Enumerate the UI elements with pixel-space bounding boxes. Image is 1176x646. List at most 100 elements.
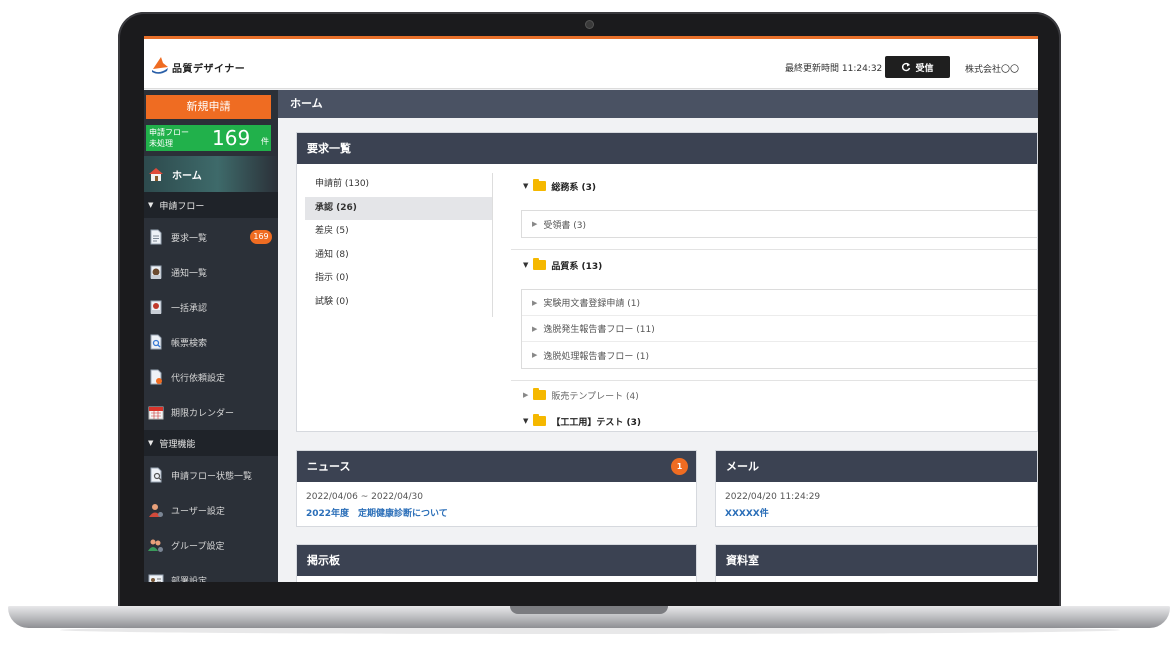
sidebar-item-deadline-calendar[interactable]: 期限カレンダー bbox=[144, 395, 278, 429]
caret-right-icon: ▶ bbox=[523, 391, 529, 399]
sidebar-item-proxy-settings[interactable]: 代行依頼設定 bbox=[144, 360, 278, 394]
section-admin[interactable]: ▼ 管理機能 bbox=[144, 430, 278, 456]
mail-panel: メール 2022/04/20 11:24:29 XXXXX件 bbox=[715, 450, 1038, 527]
requests-count-badge: 169 bbox=[250, 230, 272, 244]
folder-label: 販売テンプレート (4) bbox=[551, 391, 639, 402]
divider bbox=[511, 380, 1037, 381]
divider bbox=[511, 249, 1037, 250]
caret-down-icon: ▼ bbox=[523, 182, 529, 190]
sidebar-item-home[interactable]: ホーム bbox=[144, 156, 278, 192]
webcam bbox=[586, 21, 593, 28]
sidebar-item-label: 帳票検索 bbox=[171, 338, 208, 349]
folder-label: 【工工用】テスト (3) bbox=[551, 417, 642, 428]
sidebar-item-label: 期限カレンダー bbox=[171, 408, 235, 419]
news-count-badge: 1 bbox=[671, 458, 688, 475]
sidebar-item-user-settings[interactable]: ユーザー設定 bbox=[144, 493, 278, 527]
news-date: 2022/04/06 ~ 2022/04/30 bbox=[306, 492, 424, 502]
counter-label: 申請フロー 未処理 bbox=[149, 127, 189, 149]
app-name: 品質デザイナー bbox=[172, 64, 246, 75]
status-item-test[interactable]: 試験 (0) bbox=[305, 291, 492, 315]
sidebar-item-form-search[interactable]: 帳票検索 bbox=[144, 325, 278, 359]
news-link[interactable]: 2022年度 定期健康診断について bbox=[306, 506, 448, 519]
laptop-mockup: 品質デザイナー 最終更新時間 11:24:32 受信 株式会社〇〇 新規申請 申… bbox=[0, 0, 1176, 646]
mail-link[interactable]: XXXXX件 bbox=[725, 506, 769, 519]
caret-down-icon: ▼ bbox=[523, 261, 529, 269]
notice-icon bbox=[150, 265, 162, 279]
receive-button-label: 受信 bbox=[915, 63, 934, 74]
sidebar-item-label: グループ設定 bbox=[171, 541, 225, 552]
laptop-notch bbox=[510, 606, 668, 614]
folder-icon bbox=[533, 179, 547, 191]
folder-tree: ▼ 総務系 (3) ▶ 受領書 (3) ▼ 品質系 (13) ▶ 実験用文書登録… bbox=[511, 173, 1037, 431]
document-room-panel: 資料室 bbox=[715, 544, 1038, 582]
caret-right-icon: ▶ bbox=[532, 220, 538, 228]
sidebar-item-label: 要求一覧 bbox=[171, 233, 208, 244]
counter-unit: 件 bbox=[261, 137, 269, 146]
home-icon bbox=[149, 168, 163, 181]
news-title: ニュース bbox=[307, 460, 351, 473]
sidebar-item-flow-status[interactable]: 申請フロー状態一覧 bbox=[144, 458, 278, 492]
folder-icon bbox=[533, 414, 547, 426]
status-item-approval[interactable]: 承認 (26) bbox=[305, 196, 492, 220]
sidebar-item-label: 部署設定 bbox=[171, 576, 208, 583]
files-panel-title: 資料室 bbox=[716, 545, 1037, 576]
document-icon bbox=[150, 229, 162, 245]
folder-sales-template[interactable]: ▶ 販売テンプレート (4) bbox=[511, 382, 1037, 408]
folder-test[interactable]: ▼ 【工工用】テスト (3) bbox=[511, 408, 1037, 431]
sidebar-item-requests[interactable]: 要求一覧 169 bbox=[144, 220, 278, 254]
counter-label-line2: 未処理 bbox=[149, 139, 173, 148]
calendar-icon bbox=[148, 406, 164, 420]
board-panel-title: 掲示板 bbox=[297, 545, 696, 576]
folder-general-affairs-items: ▶ 受領書 (3) bbox=[521, 210, 1037, 238]
status-item-returned[interactable]: 差戻 (5) bbox=[305, 220, 492, 244]
sidebar: 新規申請 申請フロー 未処理 169 件 ホーム ▼ 申請フロー 要求一覧 16… bbox=[144, 90, 278, 582]
refresh-icon bbox=[902, 62, 911, 72]
flow-item[interactable]: ▶ 実験用文書登録申請 (1) bbox=[522, 290, 1037, 316]
section-label: 管理機能 bbox=[159, 439, 196, 450]
sidebar-item-bulk-approve[interactable]: 一括承認 bbox=[144, 290, 278, 324]
folder-general-affairs[interactable]: ▼ 総務系 (3) bbox=[511, 173, 1037, 199]
sidebar-item-label: 通知一覧 bbox=[171, 268, 208, 279]
request-list-panel: 要求一覧 申請前 (130) 承認 (26) 差戻 (5) 通知 (8) 指示 … bbox=[296, 132, 1038, 432]
sidebar-item-label: 申請フロー状態一覧 bbox=[171, 471, 253, 482]
request-panel-title: 要求一覧 bbox=[297, 133, 1037, 164]
status-item-notice[interactable]: 通知 (8) bbox=[305, 244, 492, 268]
sidebar-item-group-settings[interactable]: グループ設定 bbox=[144, 528, 278, 562]
caret-right-icon: ▶ bbox=[532, 298, 538, 307]
caret-right-icon: ▶ bbox=[532, 351, 538, 359]
status-list: 申請前 (130) 承認 (26) 差戻 (5) 通知 (8) 指示 (0) 試… bbox=[305, 173, 493, 317]
proxy-doc-icon bbox=[150, 369, 162, 385]
pending-counter[interactable]: 申請フロー 未処理 169 件 bbox=[146, 125, 271, 151]
counter-value: 169 bbox=[212, 126, 251, 150]
folder-quality[interactable]: ▼ 品質系 (13) bbox=[511, 252, 1037, 278]
section-flow[interactable]: ▼ 申請フロー bbox=[144, 192, 278, 218]
sidebar-item-notices[interactable]: 通知一覧 bbox=[144, 255, 278, 289]
new-request-button[interactable]: 新規申請 bbox=[146, 95, 271, 119]
counter-label-line1: 申請フロー bbox=[149, 128, 189, 137]
user-settings-icon bbox=[149, 504, 163, 517]
app-screen: 品質デザイナー 最終更新時間 11:24:32 受信 株式会社〇〇 新規申請 申… bbox=[144, 36, 1038, 582]
sidebar-item-label: 一括承認 bbox=[171, 303, 208, 314]
news-panel: ニュース 1 2022/04/06 ~ 2022/04/30 2022年度 定期… bbox=[296, 450, 697, 527]
group-settings-icon bbox=[148, 539, 163, 552]
flow-item[interactable]: ▶ 逸脱発生報告書フロー (11) bbox=[522, 316, 1037, 342]
sidebar-item-department[interactable]: 部署設定 bbox=[144, 563, 278, 582]
receive-button[interactable]: 受信 bbox=[885, 56, 950, 78]
flow-item[interactable]: ▶ 逸脱処理報告書フロー (1) bbox=[522, 342, 1037, 368]
company-name[interactable]: 株式会社〇〇 bbox=[965, 62, 1019, 75]
sidebar-item-label: ユーザー設定 bbox=[171, 506, 225, 517]
sidebar-item-label: 代行依頼設定 bbox=[171, 373, 226, 384]
search-doc-icon bbox=[150, 334, 162, 350]
page-title: ホーム bbox=[278, 90, 1038, 118]
news-panel-title: ニュース 1 bbox=[297, 451, 696, 482]
flow-item[interactable]: ▶ 受領書 (3) bbox=[522, 211, 1037, 237]
flow-item-label: 受領書 (3) bbox=[543, 220, 587, 231]
status-item-pre-application[interactable]: 申請前 (130) bbox=[305, 173, 492, 197]
section-label: 申請フロー bbox=[159, 201, 205, 212]
flow-item-label: 実験用文書登録申請 (1) bbox=[543, 299, 641, 309]
folder-label: 品質系 (13) bbox=[551, 261, 603, 272]
approve-icon bbox=[150, 300, 162, 314]
flow-item-label: 逸脱発生報告書フロー (11) bbox=[543, 325, 655, 335]
status-item-instruction[interactable]: 指示 (0) bbox=[305, 267, 492, 291]
sidebar-item-label: ホーム bbox=[172, 170, 202, 182]
